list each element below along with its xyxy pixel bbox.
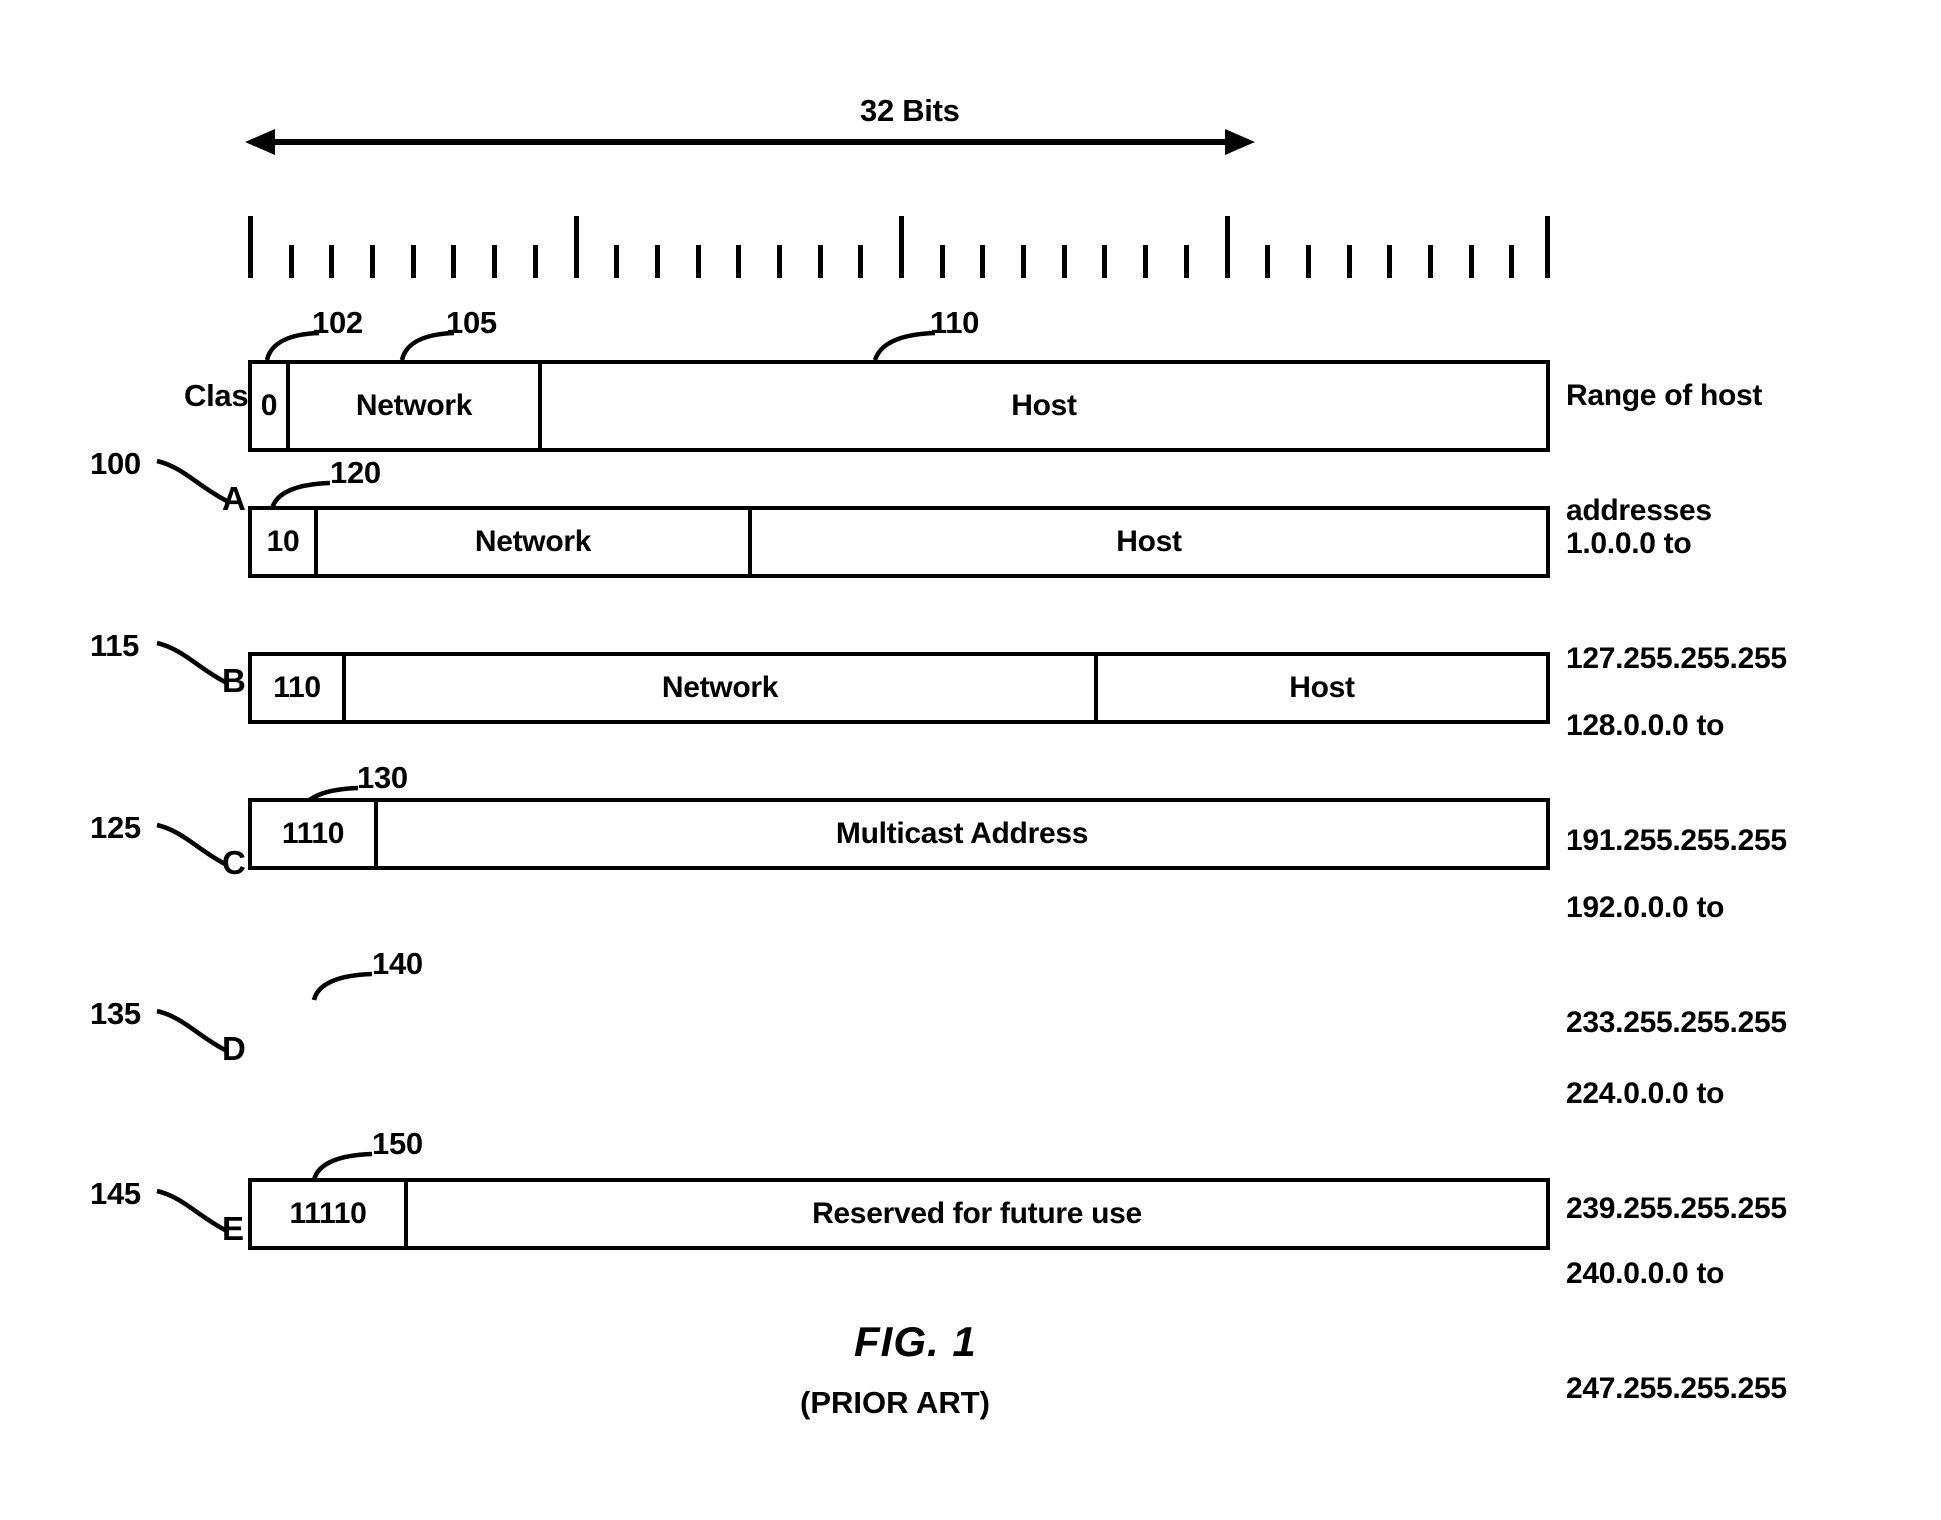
class-a-host-cell: Host bbox=[538, 364, 1546, 448]
figure-caption: FIG. 1 bbox=[854, 1318, 977, 1365]
ref-number-145: 145 bbox=[90, 1176, 141, 1211]
ruler-minor-tick bbox=[1509, 245, 1515, 278]
class-b-address-format: 10 Network Host bbox=[248, 506, 1550, 578]
class-a-range-line-1: 1.0.0.0 to bbox=[1566, 526, 1692, 560]
class-d-multicast-cell: Multicast Address bbox=[374, 802, 1546, 866]
class-a-prefix-cell: 0 bbox=[252, 364, 286, 448]
ruler-minor-tick bbox=[1346, 245, 1352, 278]
ruler-major-tick bbox=[899, 216, 904, 278]
class-b-range-line-1: 128.0.0.0 to bbox=[1566, 708, 1725, 742]
class-c-network-label: Network bbox=[661, 670, 779, 704]
ruler-minor-tick bbox=[858, 245, 864, 278]
ruler-minor-tick bbox=[980, 245, 986, 278]
class-c-host-label: Host bbox=[1289, 670, 1355, 704]
class-a-prefix-label: 0 bbox=[260, 388, 278, 422]
class-d-multicast-label: Multicast Address bbox=[835, 816, 1089, 850]
ruler-minor-tick bbox=[1021, 245, 1027, 278]
ruler-minor-tick bbox=[736, 245, 742, 278]
ruler-minor-tick bbox=[1468, 245, 1474, 278]
ruler-minor-tick bbox=[1387, 245, 1393, 278]
ref-number-110: 110 bbox=[930, 305, 980, 340]
class-a-host-label: Host bbox=[1011, 388, 1077, 422]
class-d-prefix-cell: 1110 bbox=[252, 802, 374, 866]
ruler-minor-tick bbox=[1265, 245, 1271, 278]
ruler-minor-tick bbox=[939, 245, 945, 278]
ref-number-115: 115 bbox=[90, 628, 140, 663]
class-e-prefix-label: 11110 bbox=[289, 1196, 367, 1230]
bit-scale-ruler bbox=[248, 208, 1550, 278]
ref-number-135: 135 bbox=[90, 996, 141, 1031]
ruler-major-tick bbox=[573, 216, 579, 278]
ruler-minor-tick bbox=[1143, 245, 1149, 278]
ruler-minor-tick bbox=[614, 245, 620, 278]
class-letter-d: D bbox=[222, 1030, 246, 1067]
ruler-minor-tick bbox=[329, 245, 335, 278]
ruler-minor-tick bbox=[817, 245, 823, 278]
figure-subcaption: (PRIOR ART) bbox=[800, 1385, 990, 1420]
ruler-major-tick bbox=[1224, 216, 1230, 278]
class-e-range-line-2: 247.255.255.255 bbox=[1566, 1371, 1787, 1405]
ruler-minor-tick bbox=[776, 245, 782, 278]
leader-line-150 bbox=[311, 1151, 373, 1181]
class-c-network-cell: Network bbox=[342, 656, 1094, 720]
ruler-minor-tick bbox=[1183, 245, 1189, 278]
class-letter-c: C bbox=[222, 844, 246, 881]
class-c-range-line-1: 192.0.0.0 to bbox=[1566, 890, 1725, 924]
ruler-minor-tick bbox=[370, 245, 376, 278]
class-b-prefix-label: 10 bbox=[266, 524, 300, 558]
class-c-prefix-label: 110 bbox=[273, 670, 321, 704]
ref-number-100: 100 bbox=[90, 446, 141, 481]
class-letter-e: E bbox=[222, 1210, 244, 1247]
class-d-address-format: 1110 Multicast Address bbox=[248, 798, 1550, 870]
class-e-range: 240.0.0.0 to 247.255.255.255 bbox=[1566, 1178, 1941, 1485]
leader-line-110 bbox=[872, 330, 936, 361]
class-letter-b: B bbox=[222, 662, 246, 699]
ruler-minor-tick bbox=[1102, 245, 1108, 278]
ruler-minor-tick bbox=[492, 245, 498, 278]
ruler-minor-tick bbox=[288, 245, 294, 278]
ruler-major-tick bbox=[1545, 216, 1550, 278]
ref-number-125: 125 bbox=[90, 810, 141, 845]
ruler-minor-tick bbox=[695, 245, 701, 278]
class-c-address-format: 110 Network Host bbox=[248, 652, 1550, 724]
class-a-address-format: 0 Network Host bbox=[248, 360, 1550, 452]
class-d-range-line-1: 224.0.0.0 to bbox=[1566, 1076, 1725, 1110]
patent-figure-1: 32 Bits Range of host addresses Class 10… bbox=[0, 0, 1941, 1520]
class-c-prefix-cell: 110 bbox=[252, 656, 342, 720]
leader-line-105 bbox=[399, 330, 455, 361]
class-a-network-cell: Network bbox=[286, 364, 538, 448]
leader-line-102 bbox=[264, 330, 320, 361]
ruler-minor-tick bbox=[1061, 245, 1067, 278]
class-e-address-format: 11110 Reserved for future use bbox=[248, 1178, 1550, 1250]
class-b-host-cell: Host bbox=[748, 510, 1546, 574]
class-b-prefix-cell: 10 bbox=[252, 510, 314, 574]
ruler-minor-tick bbox=[1305, 245, 1311, 278]
class-c-host-cell: Host bbox=[1094, 656, 1546, 720]
class-e-range-line-1: 240.0.0.0 to bbox=[1566, 1256, 1725, 1290]
ruler-minor-tick bbox=[1427, 245, 1433, 278]
class-d-prefix-label: 1110 bbox=[281, 816, 345, 850]
ref-number-150: 150 bbox=[372, 1126, 423, 1161]
ruler-minor-tick bbox=[654, 245, 660, 278]
ruler-minor-tick bbox=[410, 245, 416, 278]
class-a-network-label: Network bbox=[355, 388, 473, 422]
ref-number-130: 130 bbox=[357, 760, 408, 795]
class-b-network-cell: Network bbox=[314, 510, 748, 574]
class-b-host-label: Host bbox=[1116, 524, 1182, 558]
ref-number-120: 120 bbox=[330, 455, 381, 490]
class-e-prefix-cell: 11110 bbox=[252, 1182, 404, 1246]
ruler-minor-tick bbox=[451, 245, 457, 278]
class-e-reserved-cell: Reserved for future use bbox=[404, 1182, 1546, 1246]
bits-span-arrow bbox=[245, 129, 1255, 155]
leader-line-140 bbox=[311, 971, 373, 1001]
class-e-reserved-label: Reserved for future use bbox=[812, 1196, 1142, 1230]
ref-number-140: 140 bbox=[372, 946, 423, 981]
ruler-major-tick bbox=[248, 216, 253, 278]
class-letter-a: A bbox=[222, 480, 246, 517]
ruler-minor-tick bbox=[532, 245, 538, 278]
range-header-line-1: Range of host bbox=[1566, 378, 1763, 412]
class-b-network-label: Network bbox=[474, 524, 592, 558]
